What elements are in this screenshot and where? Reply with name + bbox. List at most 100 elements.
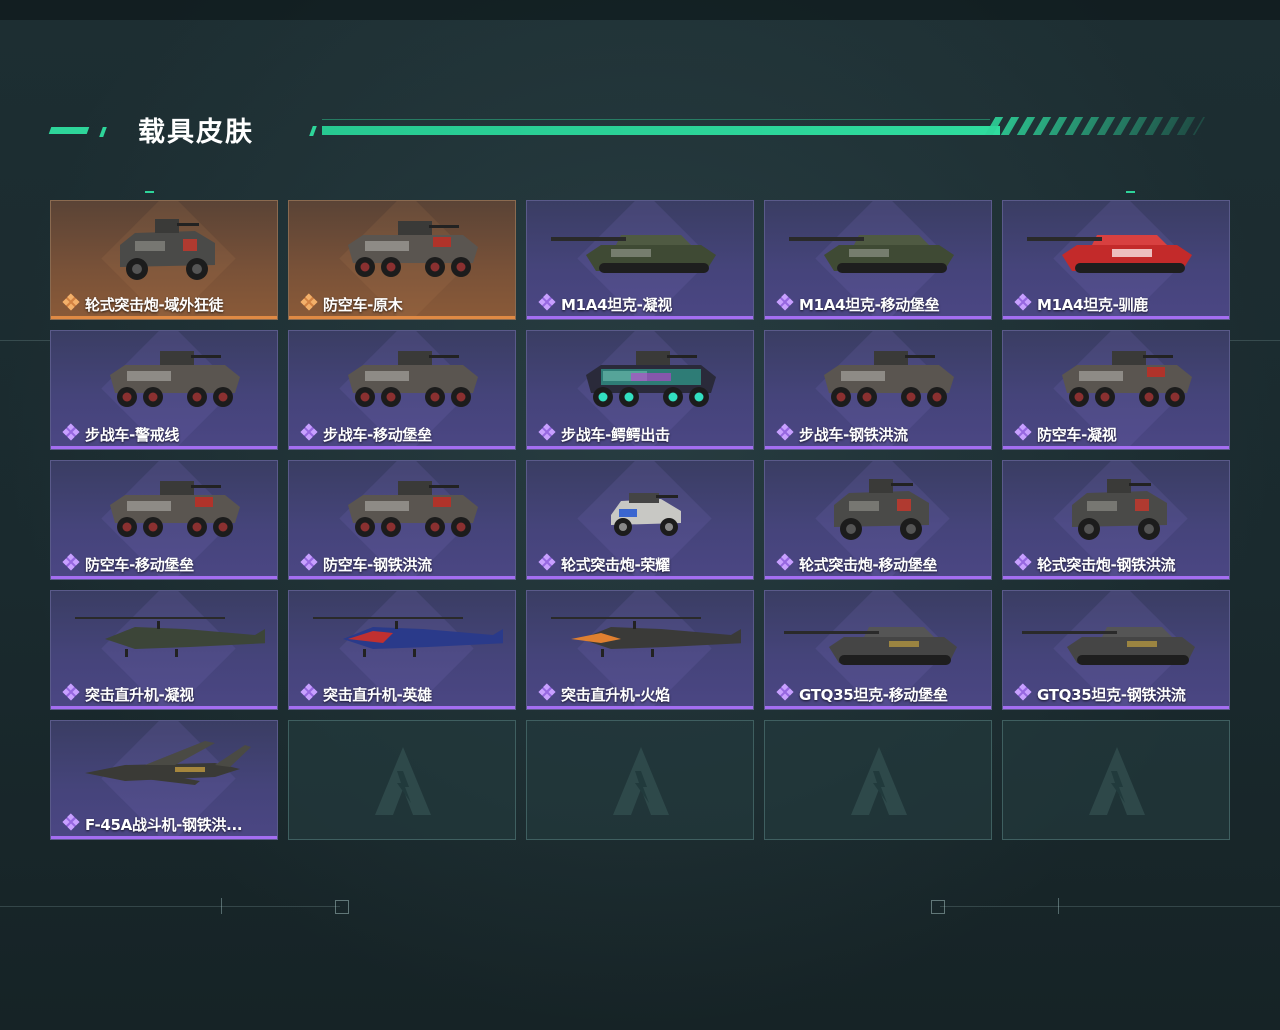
rarity-purple-icon (300, 423, 318, 445)
empty-slot (1002, 720, 1230, 840)
rarity-orange-icon (300, 293, 318, 315)
rarity-bar (1003, 316, 1229, 319)
rarity-bar (527, 316, 753, 319)
rarity-purple-icon (538, 683, 556, 705)
hud-line-left (0, 340, 50, 341)
skin-name: 步战车-鳄鳄出击 (561, 425, 670, 444)
header-thin-line (322, 119, 990, 120)
rarity-bar (289, 576, 515, 579)
skin-label: GTQ35坦克-钢铁洪流 (1014, 683, 1186, 705)
page-title: 载具皮肤 (138, 117, 254, 148)
rarity-bar (51, 446, 277, 449)
rarity-purple-icon (62, 553, 80, 575)
skin-label: 步战车-鳄鳄出击 (538, 423, 670, 445)
skin-card[interactable]: GTQ35坦克-移动堡垒 (764, 590, 992, 710)
skin-label: M1A4坦克-驯鹿 (1014, 293, 1148, 315)
empty-slot (764, 720, 992, 840)
rarity-purple-icon (62, 423, 80, 445)
rarity-bar (765, 316, 991, 319)
rarity-bar (765, 446, 991, 449)
skin-card[interactable]: M1A4坦克-移动堡垒 (764, 200, 992, 320)
top-bar (0, 0, 1280, 20)
rarity-bar (289, 706, 515, 709)
rarity-bar (1003, 576, 1229, 579)
skin-label: F-45A战斗机-钢铁洪... (62, 813, 243, 835)
skin-label: M1A4坦克-凝视 (538, 293, 672, 315)
skin-card[interactable]: 步战车-警戒线 (50, 330, 278, 450)
header-checker-pattern (984, 117, 1206, 135)
header-accent-dash (48, 127, 90, 134)
hud-box-right (931, 900, 945, 914)
rarity-bar (1003, 446, 1229, 449)
rarity-bar (765, 576, 991, 579)
skin-card[interactable]: GTQ35坦克-钢铁洪流 (1002, 590, 1230, 710)
skin-label: 轮式突击炮-钢铁洪流 (1014, 553, 1176, 575)
empty-slot (288, 720, 516, 840)
skin-card[interactable]: 轮式突击炮-域外狂徒 (50, 200, 278, 320)
hud-line-bottom-left (0, 906, 340, 907)
skin-label: M1A4坦克-移动堡垒 (776, 293, 940, 315)
skin-label: 防空车-钢铁洪流 (300, 553, 432, 574)
skin-name: GTQ35坦克-移动堡垒 (799, 685, 948, 704)
rarity-purple-icon (776, 423, 794, 445)
rarity-purple-icon (1014, 293, 1032, 315)
header-progress-bar (322, 126, 1000, 135)
skin-card[interactable]: F-45A战斗机-钢铁洪... (50, 720, 278, 840)
rarity-purple-icon (62, 813, 80, 835)
skin-card[interactable]: 防空车-原木 (288, 200, 516, 320)
rarity-bar (1003, 706, 1229, 709)
skin-label: 防空车-凝视 (1014, 423, 1117, 445)
skin-name: 防空车-原木 (323, 295, 403, 314)
skin-name: M1A4坦克-凝视 (561, 295, 672, 314)
skin-name: 防空车-钢铁洪流 (323, 555, 432, 574)
rarity-purple-icon (776, 293, 794, 315)
rarity-purple-icon (538, 423, 556, 445)
rarity-bar (527, 446, 753, 449)
hud-line-right (1230, 340, 1280, 341)
skin-name: 突击直升机-凝视 (85, 685, 194, 704)
skin-label: 轮式突击炮-域外狂徒 (62, 293, 224, 315)
skin-card[interactable]: 突击直升机-英雄 (288, 590, 516, 710)
rarity-purple-icon (776, 553, 794, 575)
skin-name: GTQ35坦克-钢铁洪流 (1037, 685, 1186, 704)
hud-box-left (335, 900, 349, 914)
skin-name: 轮式突击炮-钢铁洪流 (1037, 555, 1176, 574)
rarity-bar (289, 316, 515, 319)
skin-label: 轮式突击炮-荣耀 (538, 553, 670, 574)
skin-name: 步战车-钢铁洪流 (799, 425, 908, 444)
rarity-purple-icon (1014, 683, 1032, 705)
rarity-orange-icon (62, 293, 80, 315)
skin-card[interactable]: 步战车-鳄鳄出击 (526, 330, 754, 450)
rarity-bar (51, 836, 277, 839)
skin-card[interactable]: 轮式突击炮-荣耀 (526, 460, 754, 580)
rarity-purple-icon (1014, 553, 1032, 575)
section-header: 载具皮肤 (0, 105, 1280, 151)
hud-tick-left (221, 898, 222, 914)
skin-label: 突击直升机-凝视 (62, 683, 194, 704)
skin-name: 突击直升机-英雄 (323, 685, 432, 704)
skin-name: 轮式突击炮-域外狂徒 (85, 295, 224, 314)
rarity-purple-icon (1014, 423, 1032, 445)
skin-card[interactable]: 防空车-凝视 (1002, 330, 1230, 450)
skin-card[interactable]: 突击直升机-火焰 (526, 590, 754, 710)
header-mark-right (1126, 191, 1135, 193)
skin-card[interactable]: 防空车-钢铁洪流 (288, 460, 516, 580)
skin-card[interactable]: 步战车-钢铁洪流 (764, 330, 992, 450)
hud-line-bottom-right (940, 906, 1280, 907)
skin-card[interactable]: 轮式突击炮-移动堡垒 (764, 460, 992, 580)
skin-card[interactable]: 轮式突击炮-钢铁洪流 (1002, 460, 1230, 580)
skin-name: M1A4坦克-驯鹿 (1037, 295, 1148, 314)
skin-name: F-45A战斗机-钢铁洪... (85, 815, 243, 834)
empty-slot (526, 720, 754, 840)
rarity-purple-icon (538, 293, 556, 315)
skin-card[interactable]: M1A4坦克-驯鹿 (1002, 200, 1230, 320)
rarity-purple-icon (300, 683, 318, 705)
skin-card[interactable]: 突击直升机-凝视 (50, 590, 278, 710)
skin-card[interactable]: M1A4坦克-凝视 (526, 200, 754, 320)
rarity-bar (289, 446, 515, 449)
skin-card[interactable]: 防空车-移动堡垒 (50, 460, 278, 580)
skin-name: 步战车-警戒线 (85, 425, 180, 444)
skin-card[interactable]: 步战车-移动堡垒 (288, 330, 516, 450)
skin-name: 突击直升机-火焰 (561, 685, 670, 704)
skin-name: 轮式突击炮-移动堡垒 (799, 555, 938, 574)
